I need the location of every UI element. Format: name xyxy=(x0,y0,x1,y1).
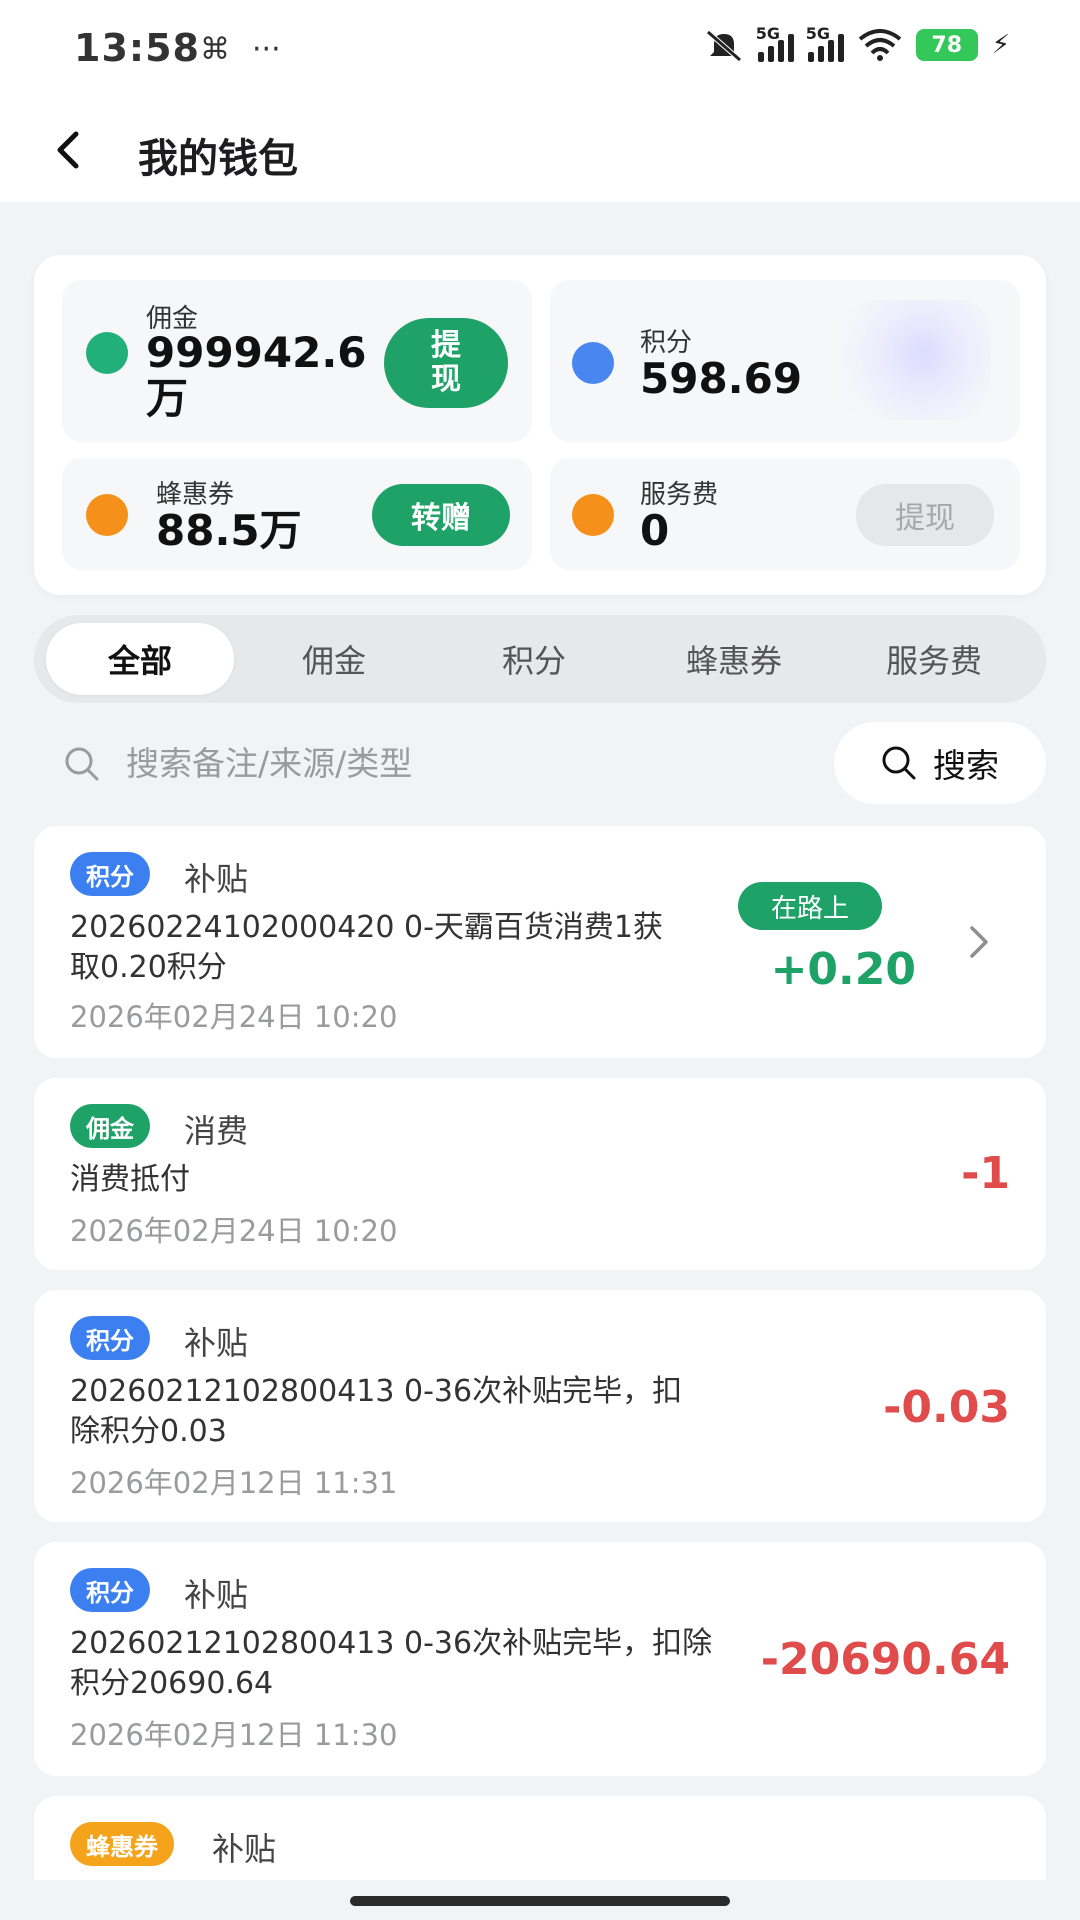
wifi-icon xyxy=(858,29,901,61)
points-value: 598.69 xyxy=(640,354,803,403)
record-badge: 积分 xyxy=(70,1568,150,1612)
search-button[interactable]: 搜索 xyxy=(834,722,1046,804)
filter-tabs: 全部 佣金 积分 蜂惠券 服务费 xyxy=(34,615,1046,703)
record-badge: 蜂惠券 xyxy=(70,1822,174,1866)
record-badge: 积分 xyxy=(70,1316,150,1360)
battery-icon: 78 xyxy=(915,29,978,61)
blurred-region xyxy=(840,300,990,420)
back-arrow-icon[interactable] xyxy=(48,128,92,172)
charging-icon: ⚡ xyxy=(991,30,1010,60)
more-notifications-icon: ··· xyxy=(252,32,281,67)
record-amount: -20690.64 xyxy=(760,1634,1010,1685)
record-description: 20260224102000420 0-天霸百货消费1获取0.20积分 xyxy=(70,910,664,985)
record-amount: -0.03 xyxy=(883,1382,1010,1433)
chevron-right-icon[interactable] xyxy=(966,922,994,962)
service-fee-cell: 服务费 0 提现 xyxy=(550,458,1020,570)
coupons-transfer-button[interactable]: 转赠 xyxy=(372,484,510,546)
commission-withdraw-button[interactable]: 提现 xyxy=(384,318,508,408)
points-dot-icon xyxy=(572,342,614,384)
record-item[interactable]: 积分 补贴 20260212102800413 0-36次补贴完毕，扣除积分20… xyxy=(34,1542,1046,1776)
tab-service-fee[interactable]: 服务费 xyxy=(834,623,1034,695)
tab-commission[interactable]: 佣金 xyxy=(234,623,434,695)
status-time: 13:58 xyxy=(74,26,200,70)
commission-cell: 佣金 999942.6万 提现 xyxy=(62,280,532,442)
record-description: 20260212102800413 0-36次补贴完毕，扣除积分0.03 xyxy=(70,1374,683,1449)
page-header: 我的钱包 xyxy=(0,100,1080,202)
record-type: 补贴 xyxy=(184,860,249,898)
points-cell: 积分 598.69 xyxy=(550,280,1020,442)
service-fee-value: 0 xyxy=(640,506,670,555)
tab-coupons[interactable]: 蜂惠券 xyxy=(634,623,834,695)
signal-icon-sim1: 5G xyxy=(756,24,794,62)
record-description: 20260212102800413 0-36次补贴完毕，扣除积分20690.64 xyxy=(70,1626,713,1701)
record-date: 2026年02月24日 10:20 xyxy=(70,1000,398,1034)
record-date: 2026年02月12日 11:30 xyxy=(70,1718,398,1752)
page-title: 我的钱包 xyxy=(138,136,298,182)
record-date: 2026年02月12日 11:31 xyxy=(70,1466,398,1500)
record-type: 消费 xyxy=(184,1112,249,1150)
record-item[interactable]: 佣金 消费 消费抵付 2026年02月24日 10:20 -1 xyxy=(34,1078,1046,1270)
search-button-icon xyxy=(882,746,916,780)
record-amount: +0.20 xyxy=(770,944,916,995)
coupons-cell: 蜂惠券 88.5万 转赠 xyxy=(62,458,532,570)
search-button-label: 搜索 xyxy=(933,746,999,785)
tab-all[interactable]: 全部 xyxy=(46,623,234,695)
coupons-dot-icon xyxy=(86,494,128,536)
commission-value: 999942.6万 xyxy=(146,328,367,423)
record-type: 补贴 xyxy=(184,1324,249,1362)
search-input[interactable] xyxy=(126,734,726,792)
record-type: 补贴 xyxy=(212,1830,277,1868)
signal-icon-sim2: 5G xyxy=(806,24,844,62)
tab-points[interactable]: 积分 xyxy=(434,623,634,695)
status-bar: 13:58 ⌘ ··· 5G 5G 78 ⚡ xyxy=(0,0,1080,100)
record-type: 补贴 xyxy=(184,1576,249,1614)
wallet-summary-card: 佣金 999942.6万 提现 积分 598.69 蜂惠券 88.5万 转赠 服… xyxy=(34,255,1046,595)
record-date: 2026年02月24日 10:20 xyxy=(70,1214,398,1248)
coupons-value: 88.5万 xyxy=(156,506,302,555)
search-icon xyxy=(65,747,99,781)
service-fee-withdraw-button[interactable]: 提现 xyxy=(856,484,994,546)
record-item[interactable]: 积分 补贴 20260212102800413 0-36次补贴完毕，扣除积分0.… xyxy=(34,1290,1046,1522)
mute-icon xyxy=(706,30,742,62)
search-row: 搜索 xyxy=(34,720,1046,806)
record-description: 消费抵付 xyxy=(70,1162,190,1197)
record-item[interactable]: 积分 补贴 20260224102000420 0-天霸百货消费1获取0.20积… xyxy=(34,826,1046,1058)
record-amount: -1 xyxy=(961,1148,1010,1199)
record-badge: 佣金 xyxy=(70,1104,150,1148)
status-badge: 在路上 xyxy=(738,882,882,930)
home-indicator[interactable] xyxy=(350,1896,730,1906)
record-badge: 积分 xyxy=(70,852,150,896)
service-fee-dot-icon xyxy=(572,494,614,536)
commission-dot-icon xyxy=(86,332,128,374)
app-notification-icon: ⌘ xyxy=(200,32,230,67)
